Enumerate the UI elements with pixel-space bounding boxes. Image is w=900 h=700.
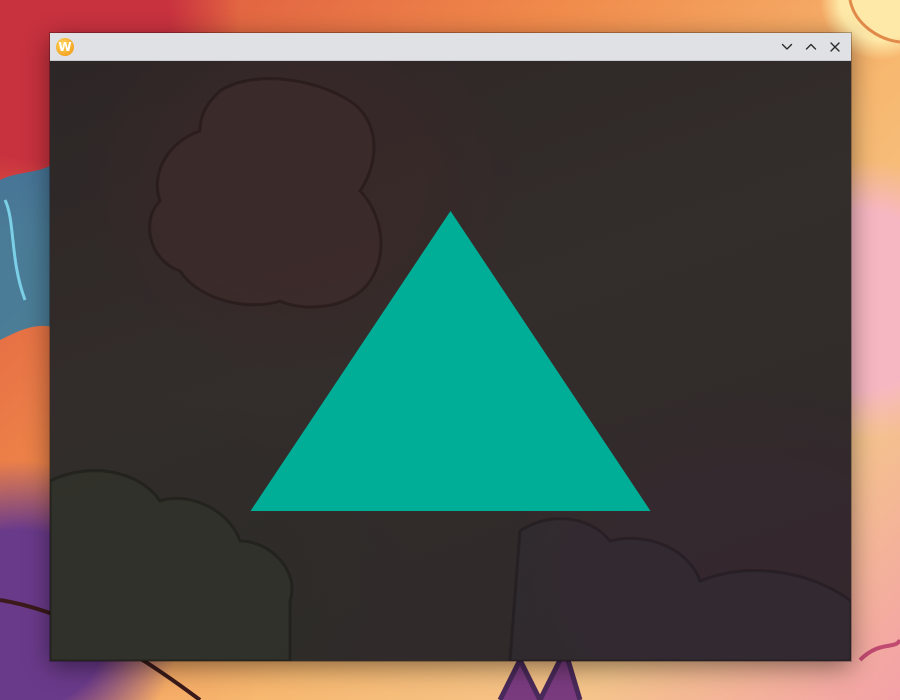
background-hill	[508, 517, 851, 661]
app-logo-icon: W	[56, 38, 74, 56]
background-bush	[50, 469, 294, 661]
desktop: W	[0, 0, 900, 700]
render-canvas	[50, 61, 851, 661]
close-icon	[830, 42, 840, 52]
minimize-button[interactable]	[779, 39, 795, 55]
scene	[50, 77, 851, 661]
maximize-button[interactable]	[803, 39, 819, 55]
app-window: W	[50, 33, 851, 661]
chevron-up-icon	[805, 43, 817, 50]
background-cloud	[148, 77, 383, 309]
close-button[interactable]	[827, 39, 843, 55]
chevron-down-icon	[781, 43, 793, 50]
title-bar[interactable]: W	[50, 33, 851, 61]
